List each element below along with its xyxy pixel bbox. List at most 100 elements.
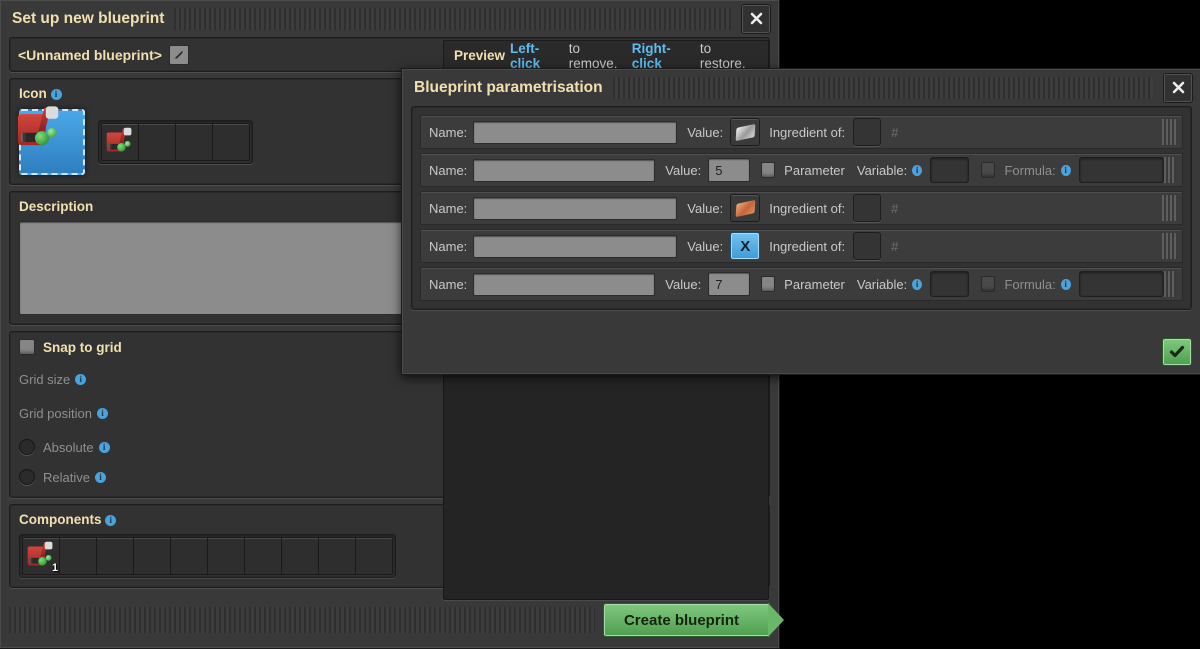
icon-slot-3[interactable]: [175, 123, 213, 161]
name-label: Name:: [429, 277, 467, 292]
component-slot[interactable]: [133, 537, 171, 575]
hash-placeholder: #: [891, 201, 898, 216]
drag-handle-icon[interactable]: [1164, 157, 1176, 183]
param-window-drag-handle[interactable]: [613, 77, 1153, 99]
grid-position-label: Grid position: [19, 406, 92, 421]
formula-label: Formula:: [1004, 163, 1055, 178]
info-icon[interactable]: i: [97, 408, 108, 419]
parameter-x-icon[interactable]: X: [730, 232, 760, 260]
drag-handle-icon[interactable]: [1162, 233, 1176, 259]
component-slot[interactable]: [170, 537, 208, 575]
parameter-name-input[interactable]: [473, 197, 677, 220]
parameter-row: Name: Value: Ingredient of: #: [420, 191, 1183, 225]
value-label: Value:: [665, 277, 701, 292]
ingredient-of-slot[interactable]: [853, 118, 881, 146]
icon-slot-row: [98, 120, 253, 164]
preview-hint-end: to restore.: [700, 41, 758, 71]
close-button[interactable]: [741, 4, 771, 34]
component-slot[interactable]: [355, 537, 393, 575]
preview-title: Preview: [454, 48, 505, 63]
page-title: Set up new blueprint: [12, 10, 164, 28]
selected-icon-slot[interactable]: [19, 109, 85, 175]
name-label: Name:: [429, 239, 467, 254]
close-icon: [750, 12, 763, 25]
parameter-row: Name: Value: 7 Parameter Variable: i For…: [420, 267, 1183, 301]
confirm-button[interactable]: [1162, 338, 1192, 366]
value-number-input[interactable]: 5: [708, 158, 750, 182]
formula-checkbox[interactable]: [981, 162, 995, 178]
snap-to-grid-label: Snap to grid: [43, 340, 122, 355]
component-slot[interactable]: [244, 537, 282, 575]
info-icon[interactable]: i: [95, 472, 106, 483]
variable-input[interactable]: [930, 157, 969, 183]
info-icon[interactable]: i: [75, 374, 86, 385]
icon-slot-2[interactable]: [138, 123, 176, 161]
create-blueprint-button[interactable]: Create blueprint: [603, 603, 770, 637]
pencil-icon[interactable]: [169, 45, 189, 65]
snap-to-grid-checkbox[interactable]: [19, 339, 35, 355]
parameter-checkbox[interactable]: [761, 276, 775, 292]
value-number-input[interactable]: 7: [708, 272, 750, 296]
value-signal-button[interactable]: [730, 118, 760, 146]
parameter-rows-container: Name: Value: Ingredient of: # Name: Valu…: [411, 106, 1192, 310]
info-icon[interactable]: i: [912, 165, 922, 176]
value-signal-button[interactable]: [730, 194, 760, 222]
formula-input[interactable]: [1079, 271, 1164, 297]
parameter-name-input[interactable]: [473, 121, 677, 144]
info-icon[interactable]: i: [105, 515, 116, 526]
component-slot[interactable]: 1: [22, 537, 60, 575]
relative-radio[interactable]: [19, 469, 35, 485]
parameter-name-input[interactable]: [473, 273, 655, 296]
left-click-hint: Left-click: [510, 41, 567, 71]
main-titlebar: Set up new blueprint: [0, 0, 779, 37]
variable-label: Variable:: [857, 277, 907, 292]
info-icon[interactable]: i: [99, 442, 110, 453]
info-icon[interactable]: i: [912, 279, 922, 290]
component-slot[interactable]: [318, 537, 356, 575]
icon-slot-1[interactable]: [101, 123, 139, 161]
formula-checkbox[interactable]: [981, 276, 995, 292]
drag-handle-icon[interactable]: [1164, 271, 1176, 297]
parameter-label: Parameter: [784, 163, 845, 178]
drag-handle-icon[interactable]: [1162, 119, 1176, 145]
parameter-checkbox[interactable]: [761, 162, 775, 178]
ingredient-of-label: Ingredient of:: [769, 239, 845, 254]
formula-input[interactable]: [1079, 157, 1164, 183]
info-icon[interactable]: i: [51, 89, 62, 100]
icon-slot-4[interactable]: [212, 123, 250, 161]
hash-placeholder: #: [891, 239, 898, 254]
main-footer: Create blueprint: [9, 601, 770, 639]
absolute-label: Absolute: [43, 440, 94, 455]
ingredient-of-label: Ingredient of:: [769, 201, 845, 216]
parameter-row: Name: Value: Ingredient of: #: [420, 115, 1183, 149]
component-count: 1: [52, 562, 58, 574]
component-slot[interactable]: [207, 537, 245, 575]
copper-plate-icon: [735, 199, 755, 216]
parameter-name-input[interactable]: [473, 159, 655, 182]
info-icon[interactable]: i: [1061, 279, 1071, 290]
ingredient-of-slot[interactable]: [853, 194, 881, 222]
ingredient-of-label: Ingredient of:: [769, 125, 845, 140]
assembling-machine-icon: [16, 106, 87, 177]
parameter-row: Name: Value: 5 Parameter Variable: i For…: [420, 153, 1183, 187]
absolute-radio[interactable]: [19, 439, 35, 455]
window-drag-handle[interactable]: [174, 8, 731, 30]
components-slot-row: 1: [19, 534, 396, 578]
drag-handle-icon[interactable]: [1162, 195, 1176, 221]
name-label: Name:: [429, 125, 467, 140]
info-icon[interactable]: i: [1061, 165, 1071, 176]
param-footer: [1162, 338, 1192, 366]
blueprint-name[interactable]: <Unnamed blueprint>: [18, 47, 162, 63]
component-slot[interactable]: [281, 537, 319, 575]
param-titlebar: Blueprint parametrisation: [402, 69, 1200, 106]
parameter-name-input[interactable]: [473, 235, 677, 258]
close-icon: [1172, 81, 1185, 94]
component-slot[interactable]: [59, 537, 97, 575]
param-close-button[interactable]: [1163, 73, 1193, 103]
component-slot[interactable]: [96, 537, 134, 575]
variable-label: Variable:: [857, 163, 907, 178]
name-label: Name:: [429, 163, 467, 178]
variable-input[interactable]: [930, 271, 969, 297]
ingredient-of-slot[interactable]: [853, 232, 881, 260]
blueprint-parametrisation-window: Blueprint parametrisation Name: Value: I…: [401, 68, 1200, 375]
